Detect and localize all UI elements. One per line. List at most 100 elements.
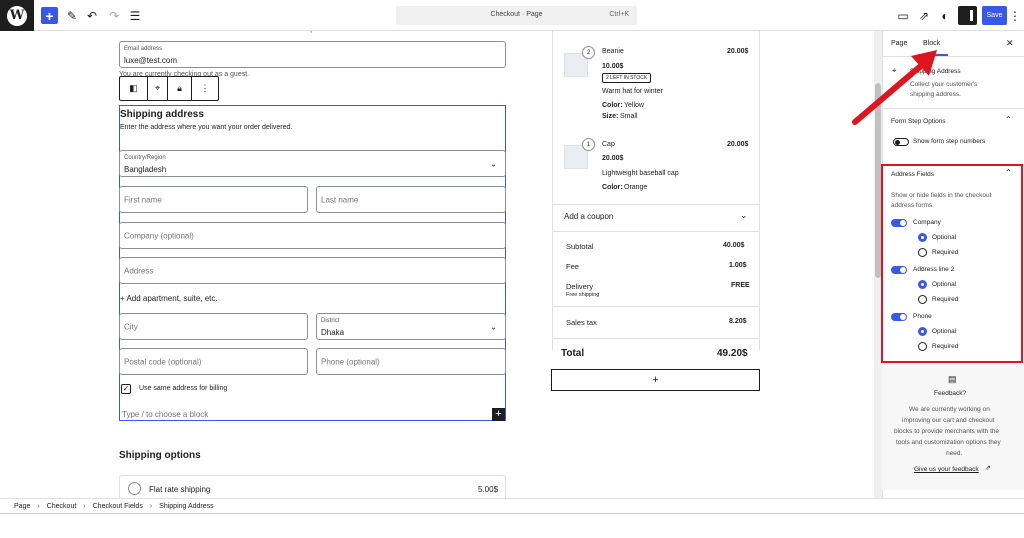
phone-field[interactable]: Phone (optional) [316,348,506,375]
company-required-radio[interactable] [918,248,927,257]
canvas-scrollbar[interactable] [874,31,882,498]
item-size: Small [620,113,638,120]
list-view-icon[interactable]: ☰ [129,7,141,24]
company-optional-radio[interactable] [918,233,927,242]
quantity-badge: 2 [582,46,595,59]
breadcrumb-item[interactable]: Shipping Address [159,503,213,510]
chevron-up-icon[interactable]: ⌃ [1005,168,1012,177]
divider [553,204,760,205]
item-total: 20.00$ [727,48,749,55]
postal-code-placeholder: Postal code (optional) [124,357,202,366]
command-palette-bar[interactable]: Checkout · Page Ctrl+K [396,6,637,25]
fee-value: 1.00$ [729,262,747,269]
styles-icon[interactable]: ◐ [939,7,951,24]
desktop-preview-icon[interactable]: ▭ [897,7,909,24]
breadcrumb-item[interactable]: Checkout [47,503,77,510]
first-name-field[interactable]: First name [119,186,308,213]
address-fields-title[interactable]: Address Fields [891,171,934,178]
breadcrumb-item[interactable]: Page [14,503,30,510]
feedback-line: We are currently working on [909,406,990,413]
company-placeholder: Company (optional) [124,231,194,240]
tab-page[interactable]: Page [891,40,907,47]
add-apartment-link[interactable]: + Add apartment, suite, etc. [120,294,218,303]
form-step-toggle[interactable] [893,138,909,146]
shipping-address-desc: Enter the address where you want your or… [120,124,293,131]
undo-icon[interactable]: ↶ [86,7,98,24]
pen-tool-icon[interactable]: ✎ [66,7,78,24]
radio-label: Optional [932,281,957,288]
flat-rate-price: 5.00$ [478,485,499,494]
block-description-line: shipping address. [910,91,961,98]
country-value: Bangladesh [124,165,167,174]
postal-code-field[interactable]: Postal code (optional) [119,348,308,375]
item-name: Beanie [602,48,624,55]
inline-add-block-button[interactable]: + [492,408,505,421]
redo-icon[interactable]: ↷ [108,7,120,24]
same-billing-checkbox[interactable]: ✓ [121,384,131,394]
sales-tax-value: 8.20$ [729,318,747,325]
item-total: 20.00$ [727,141,749,148]
add-block-below-button[interactable]: + [551,369,760,391]
last-name-placeholder: Last name [321,195,359,204]
company-toggle[interactable] [891,219,907,227]
phone-required-radio[interactable] [918,342,927,351]
add-block-button[interactable]: + [41,7,58,24]
address-line-2-optional-radio[interactable] [918,280,927,289]
chevron-down-icon: ⌄ [490,322,497,331]
settings-panel-icon[interactable] [958,6,977,25]
email-field[interactable]: Email address luxe@test.com [119,41,506,68]
wordpress-logo-icon[interactable]: W [0,0,34,31]
lock-icon[interactable]: 🔒︎ [168,77,192,100]
feedback-line: improving our cart and checkout [902,417,995,424]
city-field[interactable]: City [119,313,308,340]
quantity-badge: 1 [582,138,595,151]
radio-label: Required [932,249,959,256]
district-label: District [321,318,340,324]
flat-rate-radio[interactable] [128,482,141,495]
more-options-icon[interactable]: ⋮ [192,77,218,100]
last-name-field[interactable]: Last name [316,186,506,213]
divider [553,306,760,307]
address-line-2-toggle[interactable] [891,266,907,274]
fee-label: Fee [566,262,579,271]
close-icon[interactable]: ✕ [1006,38,1014,49]
item-color-label: Color: [602,102,623,109]
feedback-line: tools and customization options they [896,439,1001,446]
chevron-up-icon[interactable]: ⌃ [1005,115,1012,124]
form-step-title[interactable]: Form Step Options [891,118,946,125]
divider [553,338,760,339]
add-coupon-toggle[interactable]: Add a coupon [564,212,613,221]
address-line-2-required-radio[interactable] [918,295,927,304]
radio-label: Optional [932,234,957,241]
company-toggle-label: Company [913,219,941,226]
breadcrumb-item[interactable]: Checkout Fields [93,503,143,510]
district-select[interactable]: District Dhaka ⌄ [316,313,506,340]
item-color: Orange [624,184,648,191]
block-inserter-placeholder[interactable]: Type / to choose a block [122,410,208,419]
chevron-right-icon: › [37,502,40,510]
external-link-icon[interactable]: ⇗ [918,7,930,24]
tab-block[interactable]: Block [923,40,940,47]
options-menu-icon[interactable]: ⋮ [1009,7,1021,24]
block-switcher-icon[interactable]: ◧ [120,77,148,100]
order-summary-block[interactable] [552,31,760,351]
phone-optional-radio[interactable] [918,327,927,336]
location-pin-icon[interactable]: ⌖ [148,77,168,100]
phone-toggle[interactable] [891,313,907,321]
cut-off-text: , [310,31,312,34]
feedback-title: Feedback? [934,390,967,397]
item-price: 20.00$ [602,155,624,162]
subtotal-label: Subtotal [566,242,594,251]
address-fields-desc-line: address forms. [891,202,934,209]
feedback-link[interactable]: Give us your feedback [914,466,979,473]
chevron-right-icon: › [83,502,86,510]
feedback-line: need. [946,450,963,457]
save-button[interactable]: Save [982,6,1007,25]
country-select[interactable]: Country/Region Bangladesh ⌄ [119,150,506,177]
address-field[interactable]: Address [119,257,506,284]
block-description-line: Collect your customer's [910,81,978,88]
company-field[interactable]: Company (optional) [119,222,506,249]
address-line-2-toggle-label: Address line 2 [913,266,955,273]
breadcrumb: Page › Checkout › Checkout Fields › Ship… [0,498,1024,513]
chevron-down-icon[interactable]: ⌄ [740,210,748,221]
